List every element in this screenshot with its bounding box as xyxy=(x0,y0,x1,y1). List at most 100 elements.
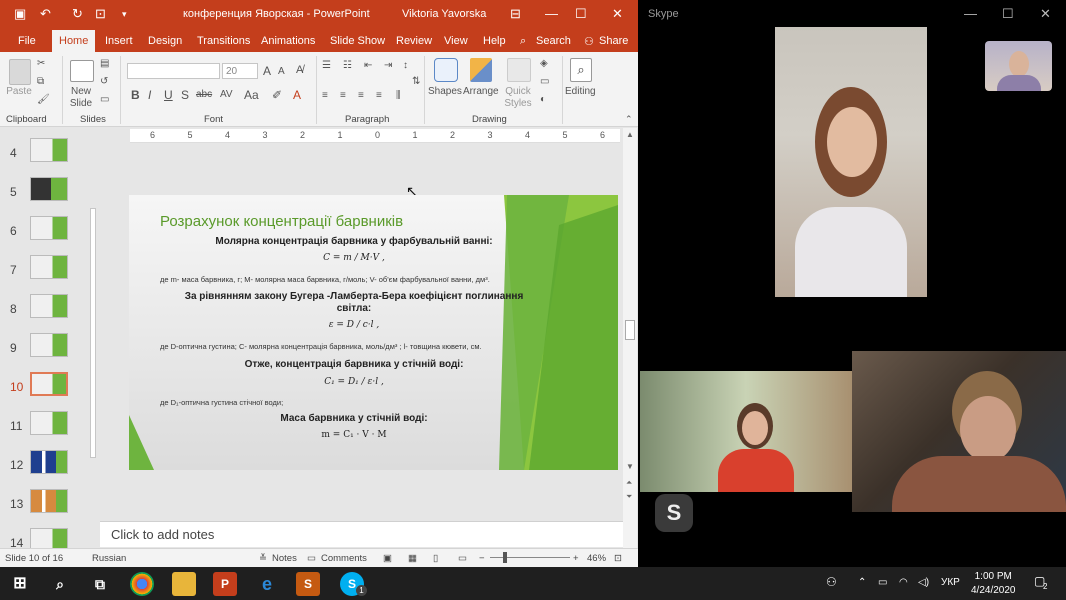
volume-icon[interactable]: ◁) xyxy=(918,577,929,588)
reading-view-icon[interactable]: ▯ xyxy=(433,553,438,564)
zoom-out-icon[interactable]: − xyxy=(479,553,485,564)
shadow-icon[interactable]: S xyxy=(181,88,189,102)
notes-icon[interactable]: ≚ xyxy=(259,553,267,564)
slide-thumbnail-image[interactable] xyxy=(30,450,68,474)
tab-help[interactable]: Help xyxy=(483,35,506,47)
minimize-icon[interactable]: — xyxy=(545,6,558,21)
video-participant-2[interactable] xyxy=(640,371,852,492)
underline-icon[interactable]: U xyxy=(164,88,173,102)
tab-home[interactable]: Home xyxy=(52,30,96,52)
decrease-font-icon[interactable]: A xyxy=(278,66,285,77)
slide-thumbnail[interactable]: 6 xyxy=(0,212,100,250)
highlight-icon[interactable]: ✐ xyxy=(272,88,282,102)
slide-thumbnail-image[interactable] xyxy=(30,372,68,396)
zoom-slider[interactable] xyxy=(490,557,570,558)
section-icon[interactable]: ▭ xyxy=(100,94,109,105)
undo-icon[interactable]: ↶ xyxy=(40,6,51,22)
edge-icon[interactable]: e xyxy=(255,572,279,596)
powerpoint-taskbar-icon[interactable]: P xyxy=(213,572,237,596)
font-color-icon[interactable]: A xyxy=(293,88,301,102)
new-slide-icon[interactable] xyxy=(70,60,94,82)
tab-slide-show[interactable]: Slide Show xyxy=(330,35,385,47)
language-indicator[interactable]: Russian xyxy=(92,553,126,564)
thumbnails-scrollbar[interactable] xyxy=(88,128,98,548)
bold-icon[interactable]: B xyxy=(131,88,140,102)
tab-review[interactable]: Review xyxy=(396,35,432,47)
scroll-down-icon[interactable]: ▼ xyxy=(626,462,634,471)
shape-fill-icon[interactable]: ◈ xyxy=(540,58,548,69)
ribbon-options-icon[interactable]: ⊟ xyxy=(510,6,521,22)
shape-effects-icon[interactable]: ◐ xyxy=(540,94,546,105)
font-size-select[interactable]: 20 xyxy=(222,63,258,79)
slide-thumbnail-image[interactable] xyxy=(30,177,68,201)
font-name-select[interactable] xyxy=(127,63,220,79)
format-painter-icon[interactable]: 🖌 xyxy=(37,94,50,105)
skype-close-icon[interactable]: ✕ xyxy=(1040,6,1051,22)
comments-button[interactable]: Comments xyxy=(321,553,367,564)
maximize-icon[interactable]: ☐ xyxy=(575,6,587,22)
windows-start-icon[interactable]: ⊞ xyxy=(8,572,32,596)
increase-indent-icon[interactable]: ⇥ xyxy=(384,60,392,71)
slide-thumbnail[interactable]: 4 xyxy=(0,134,100,172)
user-name[interactable]: Viktoria Yavorska xyxy=(402,8,486,20)
slide-thumbnail[interactable]: 11 xyxy=(0,407,100,445)
skype-maximize-icon[interactable]: ☐ xyxy=(1002,6,1014,22)
tab-transitions[interactable]: Transitions xyxy=(197,35,250,47)
char-spacing-icon[interactable]: AV xyxy=(220,89,233,100)
normal-view-icon[interactable]: ▣ xyxy=(383,553,392,564)
share-button[interactable]: Share xyxy=(599,35,628,47)
fit-slide-icon[interactable]: ⊡ xyxy=(614,553,622,564)
file-explorer-icon[interactable] xyxy=(172,572,196,596)
slide-thumbnail[interactable]: 14 xyxy=(0,524,100,548)
scroll-thumb[interactable] xyxy=(625,320,635,340)
copy-icon[interactable]: ⧉ xyxy=(37,76,44,87)
skype-minimize-icon[interactable]: — xyxy=(964,6,977,21)
italic-icon[interactable]: I xyxy=(148,88,151,102)
slide-thumbnail-image[interactable] xyxy=(30,411,68,435)
align-right-icon[interactable]: ≡ xyxy=(358,90,364,101)
slide-thumbnail[interactable]: 9 xyxy=(0,329,100,367)
columns-icon[interactable]: ⫼ xyxy=(396,90,401,101)
slide-thumbnails-pane[interactable]: 4 5 6 7 8 9 10 11 12 13 14 xyxy=(0,128,100,548)
paste-icon[interactable] xyxy=(9,59,31,85)
slide-scrollbar[interactable]: ▲ ▼ ⏶ ⏷ xyxy=(623,128,637,548)
slide-thumbnail[interactable]: 7 xyxy=(0,251,100,289)
slide-thumbnail[interactable]: 5 xyxy=(0,173,100,211)
slideshow-view-icon[interactable]: ▭ xyxy=(458,553,467,564)
close-icon[interactable]: ✕ xyxy=(612,6,623,22)
new-slide-button[interactable]: New Slide xyxy=(64,86,98,110)
search-icon[interactable]: ⌕ xyxy=(48,572,72,596)
previous-slide-icon[interactable]: ⏶ xyxy=(626,478,632,488)
input-language[interactable]: УКР xyxy=(941,577,960,588)
search-icon[interactable]: ⌕ xyxy=(520,35,526,48)
find-icon[interactable]: ⌕ xyxy=(570,58,592,82)
video-participant-3[interactable] xyxy=(852,351,1066,512)
tab-animations[interactable]: Animations xyxy=(261,35,315,47)
editing-button[interactable]: Editing xyxy=(565,86,596,97)
quick-styles-button[interactable]: Quick Styles xyxy=(499,86,537,110)
slide-thumbnail-image[interactable] xyxy=(30,138,68,162)
increase-font-icon[interactable]: A xyxy=(263,64,271,78)
shapes-icon[interactable] xyxy=(434,58,458,82)
notes-pane[interactable]: Click to add notes xyxy=(100,521,623,547)
notes-button[interactable]: Notes xyxy=(272,553,297,564)
arrange-button[interactable]: Arrange xyxy=(463,86,499,97)
people-icon[interactable]: ⚇ xyxy=(826,575,837,589)
shapes-button[interactable]: Shapes xyxy=(428,86,462,97)
redo-icon[interactable]: ↻ xyxy=(72,6,83,22)
slide-thumbnail-image[interactable] xyxy=(30,216,68,240)
slide-thumbnail-image[interactable] xyxy=(30,528,68,548)
slide-thumbnail-image[interactable] xyxy=(30,255,68,279)
arrange-icon[interactable] xyxy=(470,58,492,82)
scroll-up-icon[interactable]: ▲ xyxy=(626,130,634,139)
decrease-indent-icon[interactable]: ⇤ xyxy=(364,60,372,71)
next-slide-icon[interactable]: ⏷ xyxy=(626,492,632,502)
tab-file[interactable]: File xyxy=(18,35,36,47)
slide-thumbnail-image[interactable] xyxy=(30,489,68,513)
video-participant-main[interactable] xyxy=(775,27,927,297)
layout-icon[interactable]: ▤ xyxy=(100,58,109,69)
slide-thumbnail[interactable]: 13 xyxy=(0,485,100,523)
video-self-preview[interactable] xyxy=(985,41,1052,91)
align-left-icon[interactable]: ≡ xyxy=(322,90,328,101)
clear-format-icon[interactable]: A̸ xyxy=(296,64,303,76)
